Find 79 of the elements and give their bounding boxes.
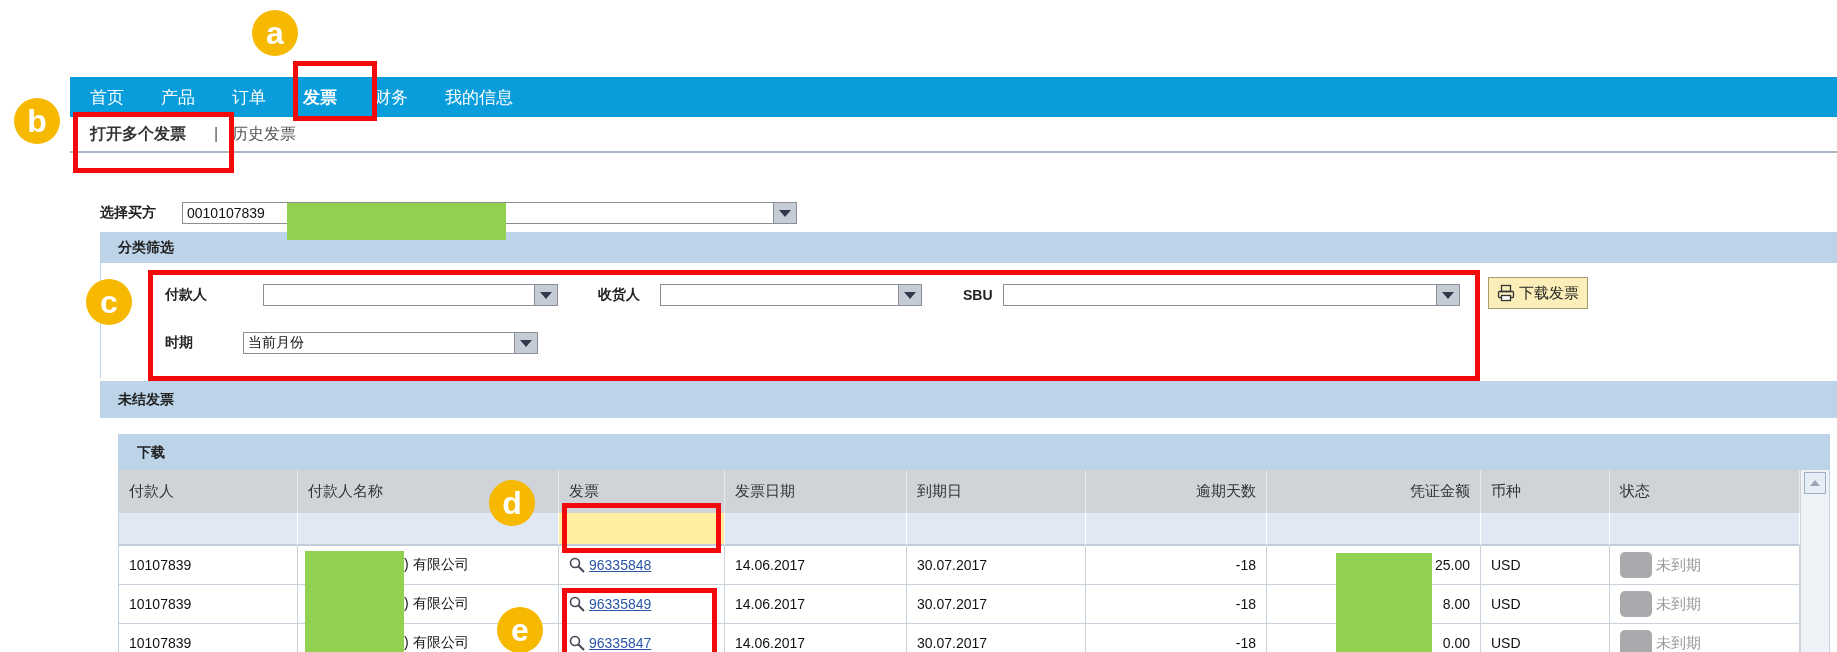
invoice-filter-field[interactable] [559, 513, 725, 546]
panel-title: 下载 [137, 443, 165, 462]
scroll-up-button[interactable] [1804, 472, 1826, 494]
callout-marker: e [497, 607, 543, 652]
scrollbar[interactable] [1800, 470, 1829, 652]
invoice-link[interactable]: 96335848 [589, 557, 652, 573]
status-text: 未到期 [1656, 594, 1701, 614]
sbu-select[interactable] [1003, 284, 1460, 306]
column-header: 币种 [1481, 470, 1610, 513]
period-label: 时期 [165, 334, 194, 352]
filter-field[interactable] [725, 513, 907, 546]
filter-field[interactable] [1481, 513, 1610, 546]
payer-name-cell: ) 有限公司 [404, 556, 469, 574]
section-title: 分类筛选 [118, 238, 174, 257]
status-icon [1620, 552, 1652, 578]
caret-icon [779, 209, 791, 217]
status-icon [1620, 630, 1652, 652]
search-icon[interactable] [569, 635, 585, 651]
filter-field[interactable] [1086, 513, 1267, 546]
currency-cell: USD [1491, 557, 1521, 573]
download-invoice-button[interactable]: 下载发票 [1488, 277, 1588, 309]
caret-icon [1442, 291, 1454, 299]
caret-icon [904, 291, 916, 299]
column-header: 发票 [559, 470, 725, 513]
filter-field[interactable] [298, 513, 559, 546]
column-header: 逾期天数 [1086, 470, 1267, 513]
amount-cell: 25.00 [1434, 557, 1470, 573]
invoice-date-cell: 14.06.2017 [735, 557, 806, 573]
status-text: 未到期 [1656, 555, 1701, 575]
payer-cell: 10107839 [129, 635, 192, 651]
search-icon[interactable] [569, 557, 585, 573]
filter-field[interactable] [907, 513, 1086, 546]
filter-field[interactable] [1610, 513, 1800, 546]
currency-cell: USD [1491, 596, 1521, 612]
callout-marker: c [86, 279, 132, 325]
sub-tab[interactable]: 历史发票 [232, 123, 297, 145]
buyer-label: 选择买方 [100, 204, 157, 222]
payer-name-cell: ) 有限公司 [404, 634, 469, 652]
caret-icon [540, 291, 552, 299]
up-arrow-icon [1810, 480, 1820, 486]
payer-cell: 10107839 [129, 557, 192, 573]
due-date-cell: 30.07.2017 [917, 557, 988, 573]
callout-marker: b [14, 98, 60, 144]
overdue-days-cell: -18 [1235, 557, 1256, 573]
amount-cell: 0.00 [1442, 635, 1470, 651]
payer-cell: 10107839 [129, 596, 192, 612]
payer-name-cell: ) 有限公司 [404, 595, 469, 613]
caret-icon [520, 339, 532, 347]
invoice-date-cell: 14.06.2017 [735, 596, 806, 612]
filter-field[interactable] [1267, 513, 1481, 546]
due-date-cell: 30.07.2017 [917, 635, 988, 651]
section-title: 未结发票 [118, 390, 174, 409]
consignee-select[interactable] [660, 284, 922, 306]
column-header: 发票日期 [725, 470, 907, 513]
sbu-label: SBU [962, 287, 994, 303]
payer-select[interactable] [263, 284, 558, 306]
invoice-link[interactable]: 96335847 [589, 635, 652, 651]
search-icon[interactable] [569, 596, 585, 612]
printer-icon [1497, 284, 1515, 302]
amount-cell: 8.00 [1442, 596, 1470, 612]
period-select[interactable]: 当前月份 [243, 332, 538, 354]
consignee-label: 收货人 [597, 286, 641, 304]
invoice-date-cell: 14.06.2017 [735, 635, 806, 651]
column-header: 凭证金额 [1267, 470, 1481, 513]
callout-marker: a [252, 10, 298, 56]
filter-field[interactable] [119, 513, 298, 546]
due-date-cell: 30.07.2017 [917, 596, 988, 612]
currency-cell: USD [1491, 635, 1521, 651]
sub-tab[interactable]: 打开多个发票 [90, 123, 186, 145]
status-text: 未到期 [1656, 633, 1701, 652]
column-header: 状态 [1610, 470, 1800, 513]
column-header: 付款人 [119, 470, 298, 513]
column-header: 到期日 [907, 470, 1086, 513]
tab-separator: | [214, 125, 219, 143]
overdue-days-cell: -18 [1235, 635, 1256, 651]
invoice-link[interactable]: 96335849 [589, 596, 652, 612]
payer-label: 付款人 [165, 286, 208, 304]
status-icon [1620, 591, 1652, 617]
overdue-days-cell: -18 [1235, 596, 1256, 612]
